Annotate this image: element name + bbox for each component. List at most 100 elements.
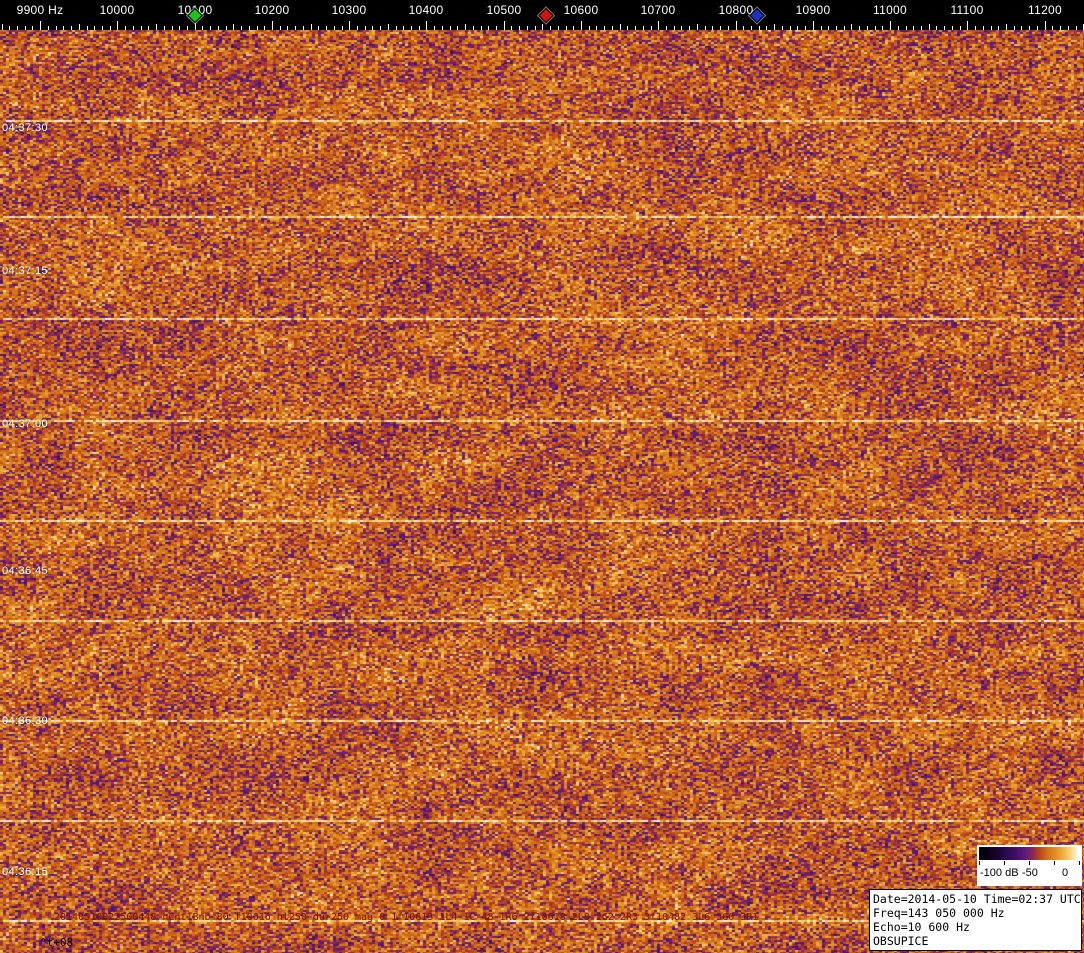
- freq-tick: [535, 26, 536, 30]
- freq-tick: [1068, 26, 1069, 30]
- freq-tick: [697, 24, 698, 30]
- freq-tick: [1021, 26, 1022, 30]
- freq-tick: [79, 24, 80, 30]
- freq-tick: [496, 26, 497, 30]
- freq-tick: [651, 26, 652, 30]
- freq-tick: [998, 26, 999, 30]
- freq-tick: [844, 26, 845, 30]
- freq-axis-label: 10400: [408, 3, 444, 17]
- freq-tick: [249, 26, 250, 30]
- freq-tick: [287, 26, 288, 30]
- freq-tick: [581, 21, 582, 30]
- freq-tick: [40, 21, 41, 30]
- freq-tick: [821, 26, 822, 30]
- freq-tick: [743, 26, 744, 30]
- freq-tick: [542, 24, 543, 30]
- freq-tick: [303, 26, 304, 30]
- freq-tick: [689, 26, 690, 30]
- freq-tick: [859, 26, 860, 30]
- freq-tick: [1060, 26, 1061, 30]
- freq-axis-label: 10200: [254, 3, 290, 17]
- legend-tick: [979, 861, 980, 865]
- freq-tick: [620, 24, 621, 30]
- legend-tick: [1029, 861, 1030, 865]
- freq-tick: [836, 26, 837, 30]
- freq-tick: [511, 26, 512, 30]
- freq-tick: [604, 26, 605, 30]
- marker-red-diamond-icon[interactable]: [538, 7, 554, 24]
- freq-tick: [488, 26, 489, 30]
- freq-axis-label: 10500: [486, 3, 522, 17]
- freq-tick: [25, 26, 26, 30]
- freq-tick: [218, 26, 219, 30]
- freq-tick: [1014, 26, 1015, 30]
- freq-tick: [790, 26, 791, 30]
- freq-tick: [172, 26, 173, 30]
- freq-tick: [960, 26, 961, 30]
- freq-tick: [226, 26, 227, 30]
- time-axis-label: 04:37:30: [2, 122, 49, 134]
- freq-tick: [411, 26, 412, 30]
- legend-tick: [1079, 861, 1080, 865]
- time-axis-label: 04:36:30: [2, 715, 49, 727]
- freq-tick: [164, 26, 165, 30]
- freq-tick: [596, 26, 597, 30]
- freq-tick: [71, 26, 72, 30]
- freq-tick: [233, 24, 234, 30]
- freq-tick: [991, 26, 992, 30]
- freq-tick: [388, 24, 389, 30]
- freq-tick: [426, 21, 427, 30]
- freq-tick: [63, 26, 64, 30]
- freq-tick: [666, 26, 667, 30]
- freq-tick: [156, 24, 157, 30]
- freq-tick: [117, 21, 118, 30]
- freq-tick: [241, 26, 242, 30]
- freq-tick: [110, 26, 111, 30]
- freq-tick: [380, 26, 381, 30]
- freq-axis-label: 10900: [795, 3, 831, 17]
- freq-tick: [56, 26, 57, 30]
- freq-tick: [1076, 26, 1077, 30]
- freq-tick: [975, 26, 976, 30]
- freq-tick: [898, 26, 899, 30]
- freq-tick: [983, 26, 984, 30]
- spectrogram-canvas: [0, 30, 1084, 953]
- freq-tick: [9, 26, 10, 30]
- freq-tick: [1029, 26, 1030, 30]
- freq-tick: [828, 26, 829, 30]
- freq-tick: [280, 26, 281, 30]
- freq-tick: [766, 26, 767, 30]
- freq-tick: [87, 26, 88, 30]
- freq-tick: [566, 26, 567, 30]
- freq-tick: [48, 26, 49, 30]
- time-axis-label: 04:37:15: [2, 265, 49, 277]
- frequency-axis: 9900 Hz100001010010200103001040010500106…: [0, 0, 1084, 30]
- freq-tick: [257, 26, 258, 30]
- freq-tick: [813, 21, 814, 30]
- freq-tick: [558, 26, 559, 30]
- spectrogram-window: 9900 Hz100001010010200103001040010500106…: [0, 0, 1084, 953]
- freq-tick: [527, 26, 528, 30]
- freq-tick: [882, 26, 883, 30]
- freq-tick: [643, 26, 644, 30]
- freq-tick: [936, 26, 937, 30]
- freq-tick: [2, 24, 3, 30]
- freq-tick: [342, 26, 343, 30]
- freq-tick: [403, 26, 404, 30]
- freq-tick: [890, 21, 891, 30]
- freq-tick: [94, 26, 95, 30]
- freq-tick: [705, 26, 706, 30]
- freq-tick: [875, 26, 876, 30]
- freq-tick: [635, 26, 636, 30]
- freq-tick: [272, 21, 273, 30]
- observation-info-box: Date=2014-05-10 Time=02:37 UTC Freq=143 …: [869, 889, 1082, 951]
- freq-tick: [782, 26, 783, 30]
- freq-tick: [674, 26, 675, 30]
- freq-tick: [102, 26, 103, 30]
- freq-tick: [141, 26, 142, 30]
- legend-tick: [1004, 861, 1005, 865]
- freq-tick: [550, 26, 551, 30]
- freq-tick: [434, 26, 435, 30]
- freq-tick: [148, 26, 149, 30]
- freq-tick: [311, 24, 312, 30]
